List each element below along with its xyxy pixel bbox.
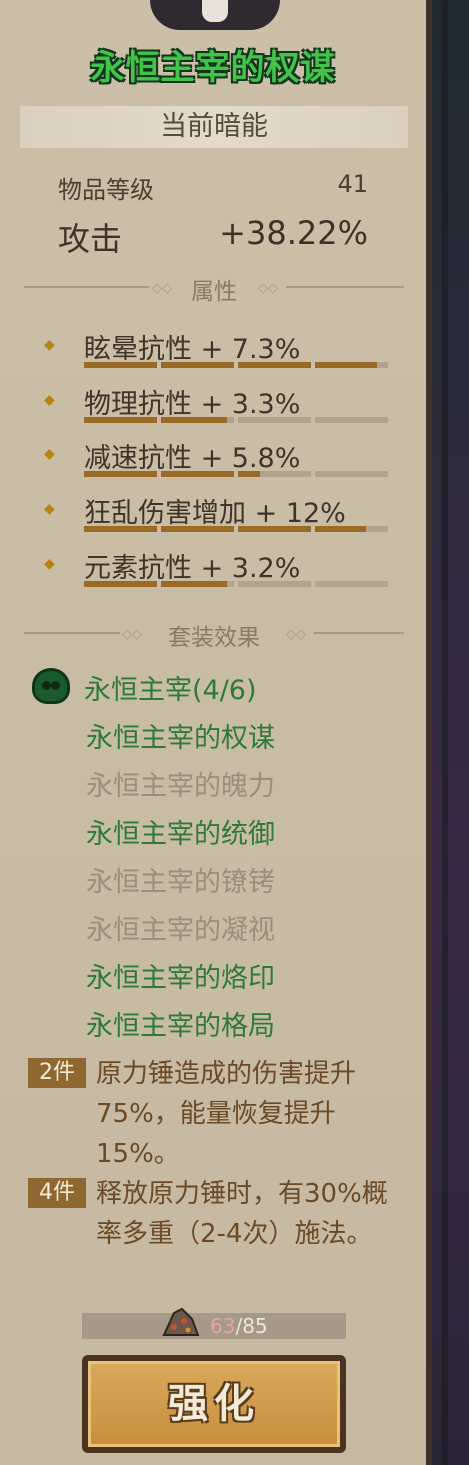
roll-segment-fill — [238, 526, 311, 532]
attribute-row: ◆ 元素抗性 + 3.2% — [44, 546, 394, 596]
roll-segment — [84, 526, 157, 532]
attribute-roll-bar — [84, 581, 388, 587]
material-required: 85 — [242, 1314, 268, 1338]
attributes-divider: ◇◇ 属性 ◇◇ — [24, 272, 404, 305]
attribute-row: ◆ 物理抗性 + 3.3% — [44, 382, 394, 432]
skull-icon — [202, 0, 228, 22]
roll-segment-fill — [161, 417, 227, 423]
roll-segment — [84, 417, 157, 423]
attribute-text: 眩晕抗性 + 7.3% — [84, 334, 301, 365]
material-current: 63 — [210, 1314, 236, 1338]
item-detail-panel: 永恒主宰的权谋 当前暗能 物品等级 41 攻击 +38.22% ◇◇ 属性 ◇◇… — [0, 0, 432, 1465]
roll-segment-fill — [84, 362, 157, 368]
attribute-roll-bar — [84, 526, 388, 532]
roll-segment-fill — [238, 471, 260, 477]
set-piece-item: 永恒主宰的格局 — [86, 1011, 275, 1042]
gold-diamond-icon: ◆ — [44, 446, 55, 462]
roll-segment-fill — [315, 526, 367, 532]
attribute-text: 减速抗性 + 5.8% — [84, 443, 301, 474]
roll-segment — [161, 471, 234, 477]
roll-segment — [238, 471, 311, 477]
skull-set-icon — [32, 668, 70, 704]
top-emblem — [150, 0, 280, 30]
attribute-text: 狂乱伤害增加 + 12% — [84, 498, 346, 529]
roll-segment-fill — [161, 362, 234, 368]
item-level-label: 物品等级 — [58, 176, 154, 204]
item-level-row: 物品等级 41 — [58, 170, 368, 205]
set-effects-header: 套装效果 — [168, 625, 260, 651]
section-header: 当前暗能 — [20, 106, 408, 148]
attack-label: 攻击 — [58, 220, 123, 258]
set-bonus-tag: 4件 — [28, 1178, 86, 1208]
attribute-roll-bar — [84, 471, 388, 477]
set-bonus-tag: 2件 — [28, 1058, 86, 1088]
roll-segment-fill — [84, 417, 157, 423]
attribute-roll-bar — [84, 362, 388, 368]
set-piece-item: 永恒主宰的凝视 — [86, 915, 275, 946]
attribute-text: 元素抗性 + 3.2% — [84, 553, 301, 584]
set-piece-item: 永恒主宰的权谋 — [86, 723, 275, 754]
game-background — [430, 0, 469, 1465]
upgrade-button[interactable]: 强化 — [82, 1355, 346, 1453]
roll-segment-fill — [315, 362, 378, 368]
set-piece-item: 永恒主宰的统御 — [86, 819, 275, 850]
roll-segment — [238, 526, 311, 532]
roll-segment-fill — [161, 581, 227, 587]
roll-segment-fill — [84, 526, 157, 532]
roll-segment — [315, 471, 388, 477]
roll-segment — [84, 362, 157, 368]
diamond-ornament-icon: ◇◇ — [258, 281, 278, 296]
panel-inner: 永恒主宰的权谋 当前暗能 物品等级 41 攻击 +38.22% ◇◇ 属性 ◇◇… — [0, 0, 426, 1465]
roll-segment — [84, 471, 157, 477]
diamond-ornament-icon: ◇◇ — [286, 627, 306, 642]
gold-diamond-icon: ◆ — [44, 392, 55, 408]
roll-segment — [161, 526, 234, 532]
attribute-row: ◆ 狂乱伤害增加 + 12% — [44, 491, 394, 541]
roll-segment — [161, 362, 234, 368]
gold-diamond-icon: ◆ — [44, 501, 55, 517]
roll-segment-fill — [161, 526, 234, 532]
attack-value: +38.22% — [219, 214, 368, 252]
attribute-roll-bar — [84, 417, 388, 423]
roll-segment — [315, 526, 388, 532]
roll-segment — [161, 581, 234, 587]
attributes-header: 属性 — [191, 279, 237, 305]
roll-segment — [315, 581, 388, 587]
attack-row: 攻击 +38.22% — [58, 214, 368, 260]
roll-segment-fill — [238, 362, 311, 368]
divider-line — [314, 632, 404, 634]
gold-diamond-icon: ◆ — [44, 556, 55, 572]
material-count: 63/85 — [210, 1313, 268, 1339]
roll-segment-fill — [84, 471, 157, 477]
attribute-row: ◆ 眩晕抗性 + 7.3% — [44, 327, 394, 377]
roll-segment — [238, 581, 311, 587]
set-name: 永恒主宰(4/6) — [84, 675, 257, 706]
item-level-value: 41 — [337, 170, 368, 198]
roll-segment — [315, 417, 388, 423]
attribute-text: 物理抗性 + 3.3% — [84, 389, 301, 420]
divider-line — [286, 286, 404, 288]
roll-segment-fill — [161, 471, 234, 477]
gold-diamond-icon: ◆ — [44, 337, 55, 353]
set-name-row: 永恒主宰(4/6) — [32, 666, 392, 706]
upgrade-button-label: 强化 — [168, 1381, 260, 1427]
attribute-row: ◆ 减速抗性 + 5.8% — [44, 436, 394, 486]
roll-segment — [161, 417, 234, 423]
roll-segment — [315, 362, 388, 368]
set-divider: ◇◇ 套装效果 ◇◇ — [24, 618, 404, 651]
ore-pile-icon — [162, 1307, 200, 1336]
set-piece-item: 永恒主宰的魄力 — [86, 771, 275, 802]
roll-segment — [238, 362, 311, 368]
set-piece-item: 永恒主宰的烙印 — [86, 963, 275, 994]
background-stripe — [442, 0, 448, 1465]
set-piece-item: 永恒主宰的镣铐 — [86, 867, 275, 898]
roll-segment — [84, 581, 157, 587]
set-bonus-description: 释放原力锤时，有30%概率多重（2-4次）施法。 — [96, 1179, 388, 1249]
item-title: 永恒主宰的权谋 — [90, 48, 336, 88]
roll-segment — [238, 417, 311, 423]
set-bonus-description: 原力锤造成的伤害提升75%，能量恢复提升15%。 — [96, 1059, 357, 1169]
roll-segment-fill — [84, 581, 157, 587]
